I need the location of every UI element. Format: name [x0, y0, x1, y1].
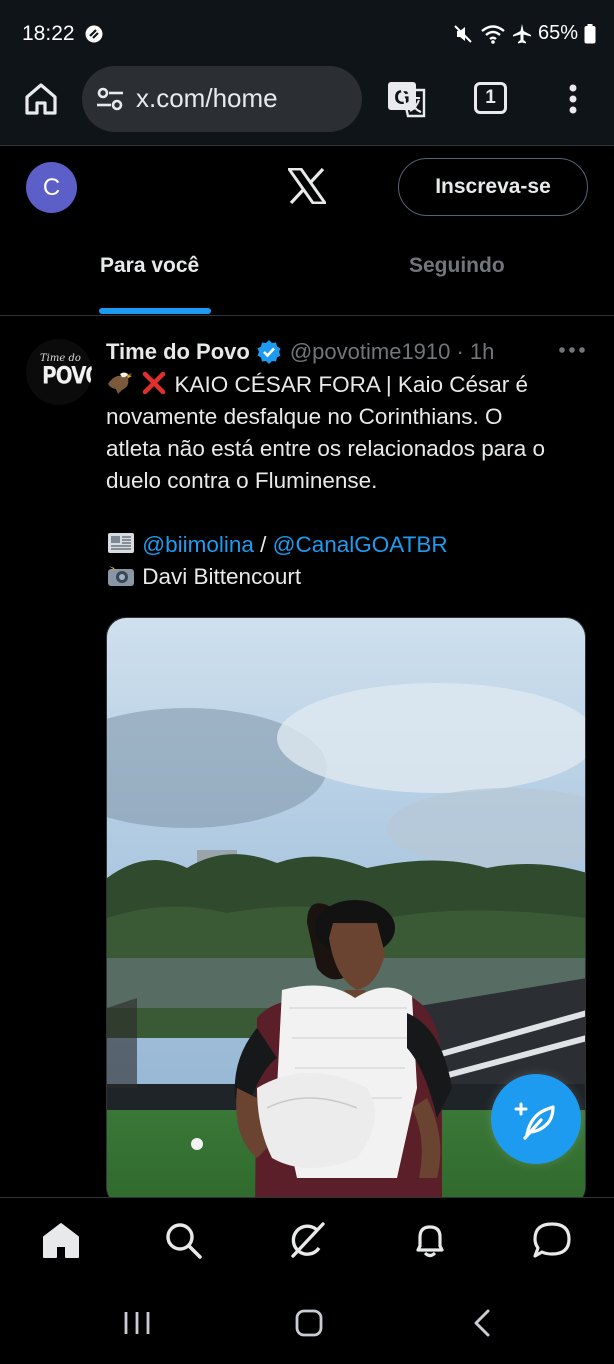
tab-switcher-button[interactable]: 1 — [474, 82, 507, 114]
browser-menu-icon[interactable] — [562, 80, 584, 118]
mute-icon — [454, 24, 472, 43]
tab-following[interactable]: Seguindo — [409, 254, 505, 278]
grok-icon[interactable] — [287, 1220, 327, 1260]
account-avatar[interactable]: C — [26, 162, 77, 213]
cross-mark-emoji-icon — [143, 371, 166, 395]
compose-post-button[interactable] — [491, 1074, 581, 1164]
signup-button[interactable]: Inscreva-se — [398, 158, 588, 216]
status-time: 18:22 — [22, 22, 75, 45]
back-icon[interactable] — [470, 1308, 494, 1338]
active-tab-indicator — [99, 308, 211, 314]
mention-separator: / — [253, 532, 273, 557]
battery-icon — [584, 23, 596, 43]
tab-for-you[interactable]: Para você — [100, 254, 199, 278]
avatar-logo-text-bottom: POVO — [42, 360, 92, 390]
status-bar: 18:22 65% — [0, 0, 614, 66]
tweet-text: KAIO CÉSAR FORA | Kaio César é novamente… — [106, 369, 596, 593]
browser-toolbar: x.com/home G 1 — [0, 66, 614, 146]
more-options-icon[interactable] — [558, 345, 586, 355]
tweet-author-avatar[interactable]: Time do POVO — [26, 339, 92, 405]
recent-apps-icon[interactable] — [122, 1309, 152, 1337]
tweet-line-2: novamente desfalque no Corinthians. O — [106, 404, 503, 429]
address-bar[interactable]: x.com/home — [82, 66, 362, 132]
airplane-icon — [512, 23, 531, 43]
eagle-emoji-icon — [108, 372, 132, 394]
newspaper-emoji-icon — [108, 533, 134, 553]
messages-icon[interactable] — [532, 1220, 572, 1260]
system-navigation-bar — [0, 1283, 614, 1364]
mention-link-1[interactable]: @biimolina — [142, 532, 254, 557]
browser-home-icon[interactable] — [22, 80, 60, 118]
tweet[interactable]: Time do POVO Time do Povo @povotime1910 … — [0, 317, 614, 1207]
photo-credit: Davi Bittencourt — [142, 564, 302, 589]
x-logo-icon[interactable] — [288, 168, 326, 204]
x-header: C Inscreva-se Para você Seguindo — [0, 146, 614, 316]
home-icon[interactable] — [41, 1220, 81, 1260]
tweet-header: Time do Povo @povotime1910 · 1h — [106, 337, 494, 367]
tweet-line-4: duelo contra o Fluminense. — [106, 468, 378, 493]
tweet-line-3: atleta não está entre os relacionados pa… — [106, 436, 546, 461]
verified-badge-icon — [257, 340, 281, 364]
search-icon[interactable] — [163, 1220, 203, 1260]
wifi-icon — [481, 24, 505, 44]
camera-flash-emoji-icon — [108, 563, 134, 586]
translate-icon[interactable]: G — [386, 80, 426, 118]
compose-feather-icon — [514, 1102, 555, 1140]
mention-link-2[interactable]: @CanalGOATBR — [273, 532, 448, 557]
tweet-line-1: KAIO CÉSAR FORA | Kaio César é — [174, 372, 528, 397]
tweet-author-name[interactable]: Time do Povo — [106, 339, 250, 365]
url-text: x.com/home — [136, 83, 278, 113]
site-settings-icon[interactable] — [96, 86, 124, 112]
system-home-icon[interactable] — [294, 1308, 324, 1338]
sync-icon — [85, 25, 103, 43]
notifications-icon[interactable] — [410, 1220, 450, 1260]
tweet-handle-time[interactable]: @povotime1910 · 1h — [290, 339, 495, 365]
battery-percent: 65% — [537, 22, 578, 44]
bottom-navigation — [0, 1197, 614, 1283]
